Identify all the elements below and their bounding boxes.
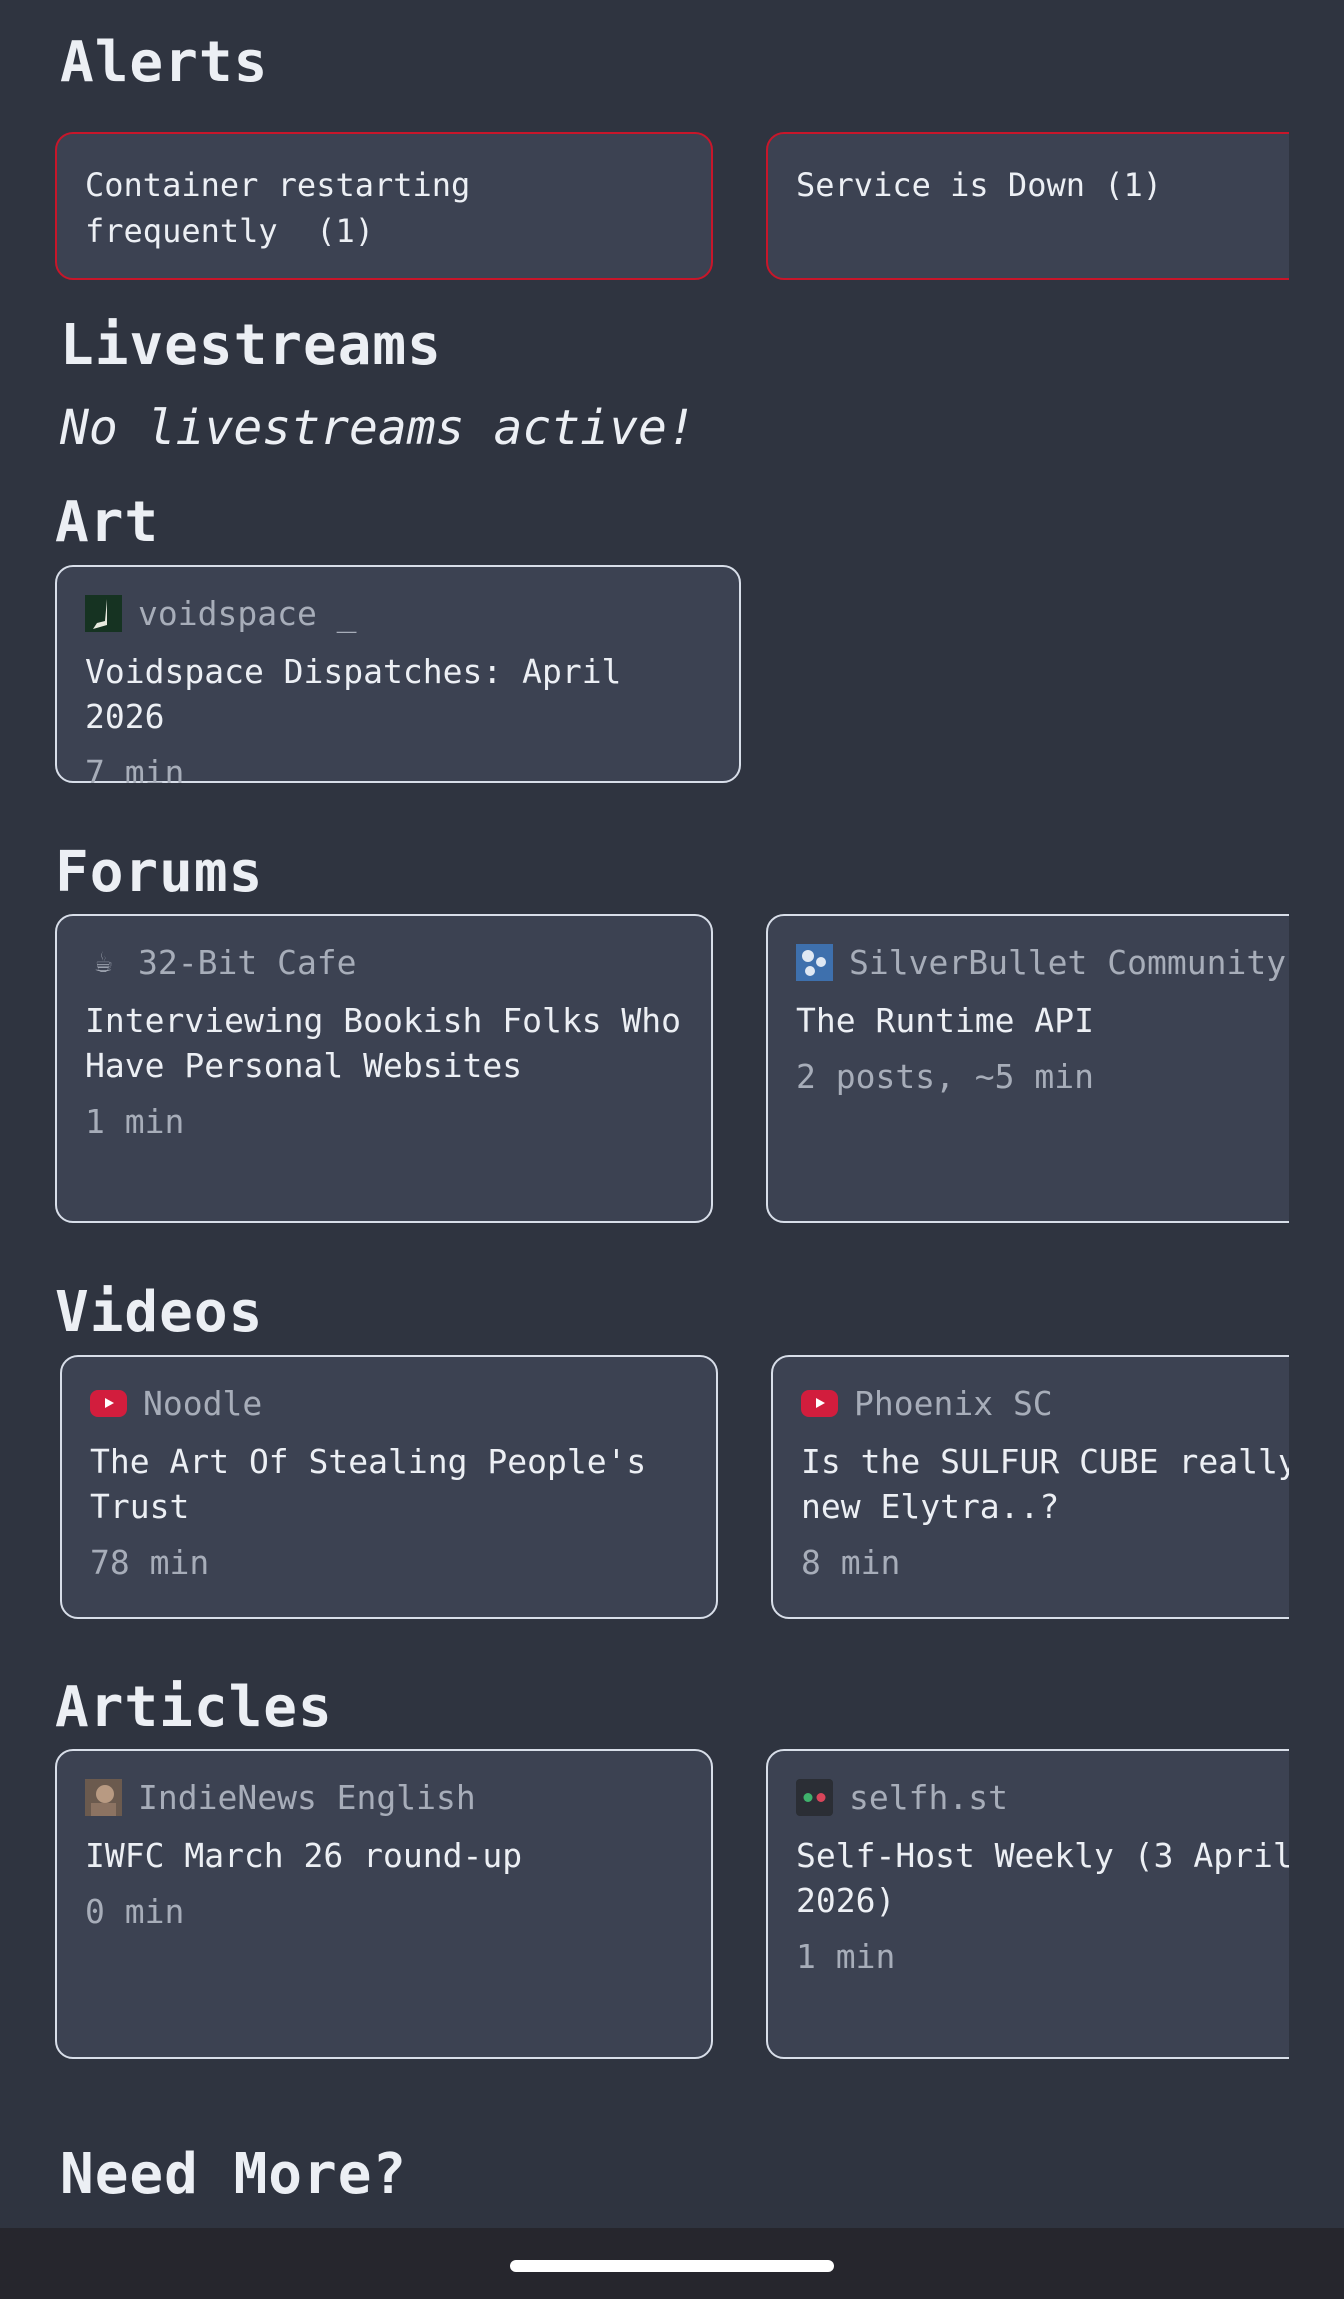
alert-label: Container restarting frequently (1) xyxy=(85,166,471,250)
article-card[interactable]: selfh.st Self-Host Weekly (3 April 2026)… xyxy=(766,1749,1289,2059)
card-source: SilverBullet Community xyxy=(796,942,1289,982)
youtube-icon xyxy=(90,1389,127,1417)
alerts-row[interactable]: Container restarting frequently (1) Serv… xyxy=(55,132,1289,280)
livestreams-heading: Livestreams xyxy=(60,313,442,378)
card-title: Is the SULFUR CUBE really new Elytra..? xyxy=(801,1442,1289,1526)
source-name: 32-Bit Cafe xyxy=(138,942,357,982)
videos-row[interactable]: Noodle The Art Of Stealing People's Trus… xyxy=(60,1355,1289,1619)
card-title: Voidspace Dispatches: April 2026 xyxy=(85,652,642,736)
card-meta: 8 min xyxy=(801,1543,901,1582)
dashboard-page: Alerts Container restarting frequently (… xyxy=(0,0,1344,2228)
coffee-icon: ☕ xyxy=(94,944,113,980)
card-source: voidspace _ xyxy=(85,593,711,633)
alert-label: Service is Down (1) xyxy=(796,166,1163,204)
silverbullet-icon xyxy=(796,943,833,981)
card-meta: 78 min xyxy=(90,1543,210,1582)
card-source: IndieNews English xyxy=(85,1777,683,1817)
source-name: Phoenix SC xyxy=(854,1383,1053,1423)
card-source: Noodle xyxy=(90,1383,688,1423)
indienews-icon xyxy=(85,1778,122,1816)
card-meta: 1 min xyxy=(796,1937,896,1976)
article-card[interactable]: IndieNews English IWFC March 26 round-up… xyxy=(55,1749,713,2059)
alerts-heading: Alerts xyxy=(60,30,269,95)
card-source: selfh.st xyxy=(796,1777,1289,1817)
youtube-icon xyxy=(801,1389,838,1417)
forums-heading: Forums xyxy=(55,840,264,905)
voidspace-icon xyxy=(85,594,122,632)
selfhst-icon xyxy=(796,1778,833,1816)
articles-heading: Articles xyxy=(55,1675,333,1740)
forum-card[interactable]: SilverBullet Community The Runtime API 2… xyxy=(766,914,1289,1223)
card-meta: 1 min xyxy=(85,1102,185,1141)
articles-row[interactable]: IndieNews English IWFC March 26 round-up… xyxy=(55,1749,1289,2059)
card-meta: 7 min xyxy=(85,753,185,783)
source-name: selfh.st xyxy=(849,1777,1008,1817)
card-title: The Art Of Stealing People's Trust xyxy=(90,1442,647,1526)
source-name: SilverBullet Community xyxy=(849,942,1287,982)
need-more-heading: Need More? xyxy=(60,2142,408,2207)
card-title: IWFC March 26 round-up xyxy=(85,1836,523,1875)
art-heading: Art xyxy=(55,490,160,555)
home-indicator[interactable] xyxy=(510,2260,834,2272)
card-source: Phoenix SC xyxy=(801,1383,1289,1423)
videos-heading: Videos xyxy=(55,1280,264,1345)
source-name: Noodle xyxy=(143,1383,263,1423)
system-navigation-bar xyxy=(0,2228,1344,2299)
source-name: IndieNews English xyxy=(138,1777,476,1817)
card-title: Interviewing Bookish Folks Who Have Pers… xyxy=(85,1001,682,1085)
alert-card-service-down[interactable]: Service is Down (1) xyxy=(766,132,1289,280)
card-title: The Runtime API xyxy=(796,1001,1095,1040)
art-row[interactable]: voidspace _ Voidspace Dispatches: April … xyxy=(55,565,1289,783)
forum-card[interactable]: ☕ 32-Bit Cafe Interviewing Bookish Folks… xyxy=(55,914,713,1223)
card-meta: 0 min xyxy=(85,1892,185,1931)
source-name: voidspace _ xyxy=(138,593,357,633)
card-title: Self-Host Weekly (3 April 2026) xyxy=(796,1836,1289,1920)
livestreams-empty-text: No livestreams active! xyxy=(60,400,696,456)
alert-card-container-restarting[interactable]: Container restarting frequently (1) xyxy=(55,132,713,280)
video-card[interactable]: Phoenix SC Is the SULFUR CUBE really new… xyxy=(771,1355,1289,1619)
card-meta: 2 posts, ~5 min xyxy=(796,1057,1095,1096)
art-card[interactable]: voidspace _ Voidspace Dispatches: April … xyxy=(55,565,741,783)
video-card[interactable]: Noodle The Art Of Stealing People's Trus… xyxy=(60,1355,718,1619)
card-source: ☕ 32-Bit Cafe xyxy=(85,942,683,982)
forums-row[interactable]: ☕ 32-Bit Cafe Interviewing Bookish Folks… xyxy=(55,914,1289,1223)
